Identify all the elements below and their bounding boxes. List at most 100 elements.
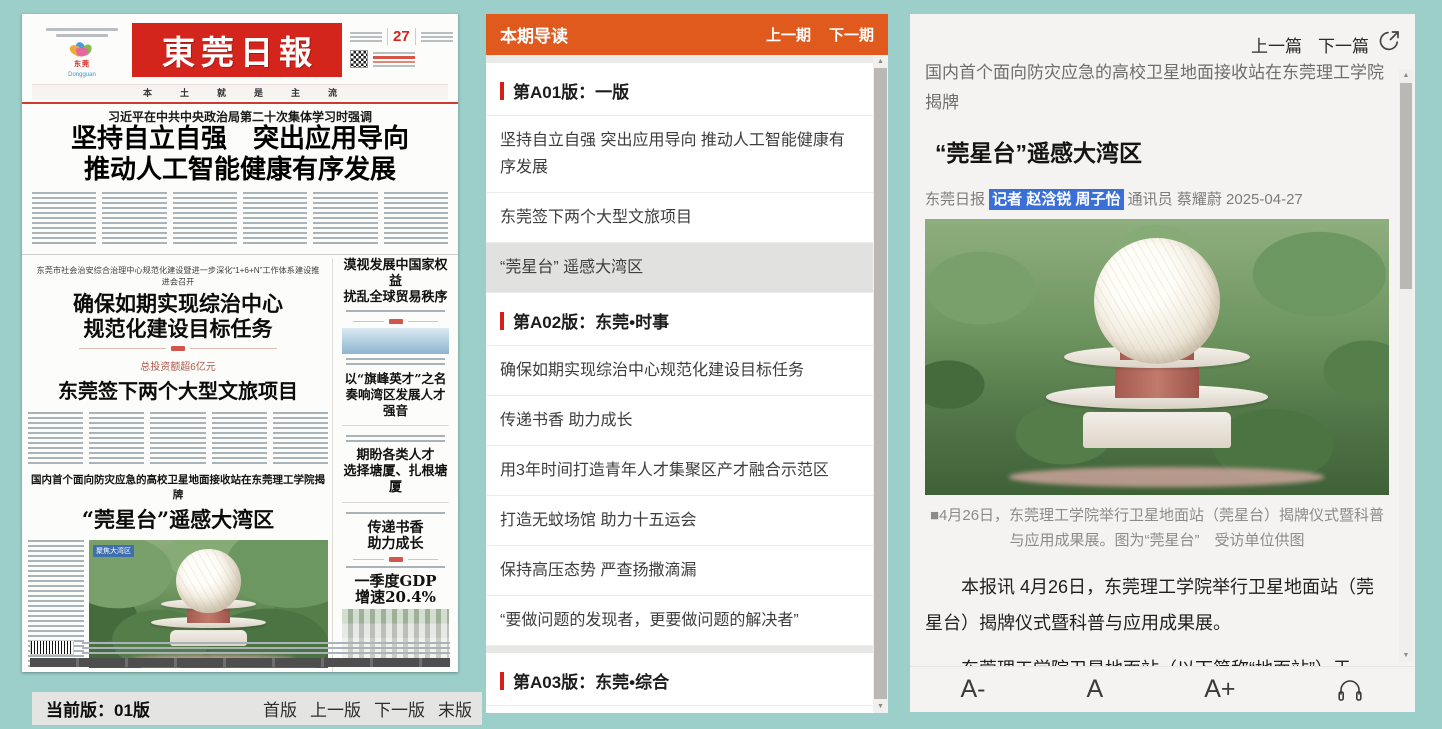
story2-headline: 确保如期实现综治中心 规范化建设目标任务 <box>28 291 328 341</box>
front-page-sidebar: 漠视发展中国家权益扰乱全球贸易秩序 以“旗峰英才”之名奏响湾区发展人才强音 期盼… <box>332 258 452 672</box>
newspaper-footer <box>30 640 450 667</box>
toc-article-link-active[interactable]: “莞星台” 遥感大湾区 <box>486 243 873 293</box>
text-placeholder <box>346 310 444 314</box>
red-rule <box>22 102 458 104</box>
article-paragraph: 东莞理工学院卫星地面站（以下简称“地面站”）于2024年 <box>925 651 1389 666</box>
section-label: 第A01版：一版 <box>513 78 629 103</box>
story4-kicker: 国内首个面向防灾应急的高校卫星地面接收站在东莞理工学院揭牌 <box>28 472 328 502</box>
toc-article-link[interactable]: “要做问题的发现者，更要做问题的解决者” <box>486 596 873 646</box>
byline-source: 东莞日报 <box>925 191 989 208</box>
red-bar-icon <box>500 672 504 690</box>
sidebar-story2-headline: 以“旗峰英才”之名奏响湾区发展人才强音 <box>342 371 449 419</box>
text-placeholder <box>243 192 307 246</box>
toc-section-a03: 第A03版：东莞•综合 <box>486 653 873 706</box>
text-placeholder <box>28 412 83 464</box>
flower-logo-icon <box>67 42 97 56</box>
front-page-main-column: 东莞市社会治安综合治理中心规范化建设暨进一步深化“1+6+N”工作体系建设推进会… <box>28 258 328 672</box>
scroll-up-icon[interactable]: ▲ <box>873 58 888 65</box>
font-increase-button[interactable]: A+ <box>1204 675 1235 704</box>
article-content: 国内首个面向防灾应急的高校卫星地面接收站在东莞理工学院揭牌 “莞星台”遥感大湾区… <box>925 58 1389 666</box>
prev-issue-link[interactable]: 上一期 <box>766 24 811 45</box>
issue-nav: 上一期 下一期 <box>766 24 874 45</box>
newspaper-header: 东莞 Dongguan 東莞日報 27 <box>32 20 448 84</box>
text-placeholder <box>346 435 444 444</box>
story3-headline: 东莞签下两个大型文旅项目 <box>28 375 328 404</box>
qr-code <box>350 50 368 68</box>
toc-list: 第A01版：一版 坚持自立自强 突出应用导向 推动人工智能健康有序发展 东莞签下… <box>486 55 873 713</box>
last-page-link[interactable]: 末版 <box>438 696 472 721</box>
date-row: 27 <box>350 28 448 45</box>
text-placeholder <box>32 192 96 246</box>
sidebar-story5-headline: 一季度GDP增速20.4% <box>354 573 436 605</box>
article-toolbar: A- A A+ <box>910 666 1415 712</box>
text-placeholder <box>346 512 444 516</box>
pager-links: 首版 上一版 下一版 末版 <box>263 696 472 721</box>
scroll-up-icon[interactable]: ▲ <box>1399 72 1413 79</box>
red-bar-icon <box>500 82 504 100</box>
text-placeholder <box>173 192 237 246</box>
dongguan-city-logo: 东莞 Dongguan <box>32 20 132 84</box>
byline-date: 通讯员 蔡耀蔚 2025-04-27 <box>1124 191 1303 208</box>
sidebar-photo <box>342 328 449 354</box>
toc-title: 本期导读 <box>500 22 568 47</box>
text-placeholder <box>82 642 450 654</box>
next-article-link[interactable]: 下一篇 <box>1318 32 1369 57</box>
article-panel: 上一篇 下一篇 国内首个面向防灾应急的高校卫星地面接收站在东莞理工学院揭牌 “莞… <box>910 14 1415 712</box>
listen-audio-button[interactable] <box>1336 677 1364 703</box>
newspaper-front-page[interactable]: 东莞 Dongguan 東莞日報 27 本土就是主流 <box>22 14 458 672</box>
story3-kicker: 总投资额超6亿元 <box>28 358 328 373</box>
body-text-columns <box>28 412 328 464</box>
section-divider <box>22 254 458 255</box>
page-ref-marker <box>353 319 439 324</box>
newspaper-masthead: 東莞日報 <box>132 23 342 77</box>
article-scrollbar[interactable]: ▲ ▼ <box>1399 69 1413 662</box>
section-label: 第A02版：东莞•时事 <box>513 308 669 333</box>
text-placeholder <box>373 50 415 68</box>
toc-article-link[interactable]: 用3年时间打造青年人才集聚区产才融合示范区 <box>486 446 873 496</box>
text-placeholder <box>346 566 444 570</box>
story4-headline: “莞星台”遥感大湾区 <box>28 504 328 534</box>
byline-reporters-highlight: 记者 赵浛锐 周子怡 <box>989 189 1123 210</box>
prev-page-link[interactable]: 上一版 <box>310 696 361 721</box>
scroll-down-icon[interactable]: ▼ <box>873 703 888 710</box>
scrollbar-thumb[interactable] <box>1400 83 1412 289</box>
text-placeholder <box>350 32 382 42</box>
story2-line1: 确保如期实现综治中心 <box>73 291 283 316</box>
text-placeholder <box>46 28 118 31</box>
toc-section-a01: 第A01版：一版 <box>486 63 873 116</box>
first-page-link[interactable]: 首版 <box>263 696 297 721</box>
next-issue-link[interactable]: 下一期 <box>829 24 874 45</box>
newspaper-viewer-panel: 东莞 Dongguan 東莞日報 27 本土就是主流 <box>22 14 458 672</box>
logo-cn-label: 东莞 <box>74 59 90 69</box>
lead-story-kicker: 习近平在中共中央政治局第二十次集体学习时强调 <box>22 108 458 125</box>
scroll-down-icon[interactable]: ▼ <box>1399 652 1413 659</box>
toc-article-link[interactable]: 保持高压态势 严查扬撒滴漏 <box>486 546 873 596</box>
photo-badge: 聚焦大湾区 <box>93 545 134 557</box>
lead-story-headline: 坚持自立自强 突出应用导向 推动人工智能健康有序发展 <box>22 124 458 186</box>
prev-article-link[interactable]: 上一篇 <box>1251 32 1302 57</box>
scrollbar-thumb[interactable] <box>874 68 887 699</box>
next-page-link[interactable]: 下一版 <box>374 696 425 721</box>
qr-row <box>350 50 448 68</box>
toc-article-link[interactable]: 东莞签下两个大型文旅项目 <box>486 193 873 243</box>
toc-article-link[interactable]: 打造无蚊场馆 助力十五运会 <box>486 496 873 546</box>
toc-panel: 本期导读 上一期 下一期 第A01版：一版 坚持自立自强 突出应用导向 推动人工… <box>486 14 888 713</box>
toc-article-link[interactable]: 坚持自立自强 突出应用导向 推动人工智能健康有序发展 <box>486 116 873 193</box>
headline-line2: 推动人工智能健康有序发展 <box>84 155 396 185</box>
toc-scrollbar[interactable]: ▲ ▼ <box>873 55 888 713</box>
text-placeholder <box>273 412 328 464</box>
masthead-title: 東莞日報 <box>156 26 318 74</box>
font-normal-button[interactable]: A <box>1087 675 1104 704</box>
open-share-icon[interactable] <box>1377 29 1401 53</box>
barcode <box>30 640 74 655</box>
divider <box>342 502 449 503</box>
story2-kicker: 东莞市社会治安综合治理中心规范化建设暨进一步深化“1+6+N”工作体系建设推进会… <box>34 264 322 287</box>
toc-header: 本期导读 上一期 下一期 <box>486 14 888 55</box>
toc-article-link[interactable]: 确保如期实现综治中心规范化建设目标任务 <box>486 346 873 396</box>
page-navigation-bar: 当前版：01版 首版 上一版 下一版 末版 <box>32 692 482 725</box>
toc-article-link[interactable]: 传递书香 助力成长 <box>486 396 873 446</box>
article-photo-caption: ■4月26日，东莞理工学院举行卫星地面站（莞星台）揭牌仪式暨科普与应用成果展。图… <box>925 503 1389 553</box>
font-decrease-button[interactable]: A- <box>961 675 986 704</box>
newspaper-slogan: 本土就是主流 <box>32 84 448 100</box>
divider <box>486 55 873 63</box>
